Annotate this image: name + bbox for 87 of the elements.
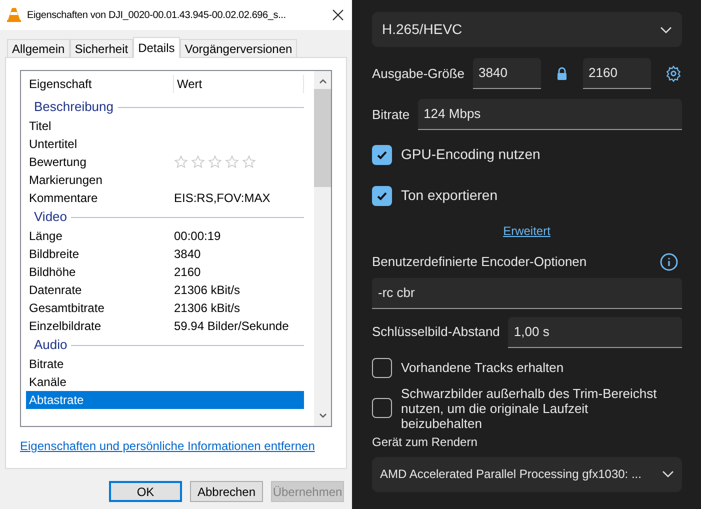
advanced-link[interactable]: Erweitert: [503, 222, 550, 240]
property-value: 2160: [174, 264, 201, 281]
property-row[interactable]: Länge 00:00:19: [26, 227, 304, 245]
property-name: Kanäle: [28, 374, 68, 391]
property-name: Länge: [28, 228, 64, 245]
scrollbar-thumb[interactable]: [314, 89, 331, 187]
scroll-up-icon: [318, 79, 326, 84]
property-name: Titel: [28, 118, 52, 135]
property-value: 00:00:19: [174, 228, 221, 245]
star-icon: [242, 155, 256, 169]
window-title: Eigenschaften von DJI_0020-00.01.43.945-00.02.02.696_s...: [27, 8, 286, 22]
traffic-cone-icon: [6, 7, 22, 23]
encoder-options-field[interactable]: -rc cbr: [372, 278, 682, 308]
property-name: Bitrate: [28, 356, 65, 373]
close-icon: [332, 9, 344, 21]
property-row[interactable]: Markierungen: [26, 171, 304, 189]
checkbox[interactable]: [372, 186, 392, 206]
property-name: Bewertung: [28, 154, 88, 171]
star-icon: [225, 155, 239, 169]
property-value: 21306 kBit/s: [174, 282, 240, 299]
property-row[interactable]: Bildbreite 3840: [26, 245, 304, 263]
property-name: Gesamtbitrate: [28, 300, 106, 317]
keyframe-interval-field[interactable]: 1,00 s: [508, 316, 682, 348]
field-label: Bitrate: [372, 106, 410, 124]
property-name: Untertitel: [28, 136, 78, 153]
star-icon: [191, 155, 205, 169]
property-value: EIS:RS,FOV:MAX: [174, 190, 270, 207]
height-field[interactable]: 2160: [582, 58, 650, 89]
chevron-down-icon: [662, 470, 674, 478]
property-row[interactable]: Kommentare EIS:RS,FOV:MAX: [26, 189, 304, 207]
remove-properties-link[interactable]: Eigenschaften und persönliche Informationen entfernen: [20, 437, 332, 455]
lock-icon: [556, 67, 566, 80]
property-row[interactable]: Kanäle: [26, 373, 304, 391]
checkbox[interactable]: [372, 358, 392, 378]
group-header: Video: [34, 208, 68, 226]
tab[interactable]: Details: [133, 37, 180, 58]
scroll-down-icon: [318, 413, 326, 418]
info-icon[interactable]: [660, 252, 678, 271]
checkbox-label: Vorhandene Tracks erhalten: [401, 360, 565, 375]
property-row[interactable]: Bitrate: [26, 355, 304, 373]
chevron-down-icon: [660, 26, 672, 34]
property-value: 59.94 Bilder/Sekunde: [174, 318, 289, 335]
scrollbar[interactable]: [314, 71, 331, 426]
field-label: Benutzerdefinierte Encoder-Optionen: [372, 253, 587, 271]
render-device-dropdown[interactable]: AMD Accelerated Parallel Processing gfx1030: ...: [372, 456, 682, 492]
tab[interactable]: Vorgängerversionen: [180, 39, 298, 57]
field-label: Gerät zum Rendern: [372, 434, 478, 450]
property-name: Kommentare: [28, 190, 99, 207]
property-row[interactable]: Bildhöhe 2160: [26, 263, 304, 281]
check-icon: [376, 190, 388, 202]
property-name: Abtastrate: [28, 392, 85, 409]
check-icon: [376, 148, 388, 160]
group-header: Beschreibung: [34, 98, 114, 116]
property-row[interactable]: Abtastrate: [26, 391, 304, 409]
property-name: Einzelbildrate: [28, 318, 102, 335]
column-header[interactable]: Wert: [174, 75, 304, 93]
star-icon: [174, 155, 188, 169]
width-field[interactable]: 3840: [472, 58, 540, 89]
property-row[interactable]: Einzelbildrate 59.94 Bilder/Sekunde: [26, 317, 304, 335]
property-row[interactable]: Datenrate 21306 kBit/s: [26, 281, 304, 299]
property-value: 3840: [174, 246, 201, 263]
codec-dropdown[interactable]: H.265/HEVC: [372, 12, 682, 47]
property-name: Bildbreite: [28, 246, 80, 263]
tab[interactable]: Sicherheit: [70, 39, 134, 57]
property-row[interactable]: Untertitel: [26, 135, 304, 153]
checkbox-label: GPU-Encoding nutzen: [401, 145, 540, 164]
property-row[interactable]: Titel: [26, 117, 304, 135]
property-row[interactable]: Bewertung: [26, 153, 304, 171]
field-label: Ausgabe-Größe: [372, 64, 464, 83]
checkbox[interactable]: [372, 144, 392, 164]
checkbox[interactable]: [372, 398, 392, 418]
settings-icon[interactable]: [664, 65, 682, 82]
group-header: Audio: [34, 336, 68, 354]
checkbox-label: Ton exportieren: [401, 186, 498, 205]
dialog-button[interactable]: OK: [109, 481, 182, 502]
property-row[interactable]: Gesamtbitrate 21306 kBit/s: [26, 299, 304, 317]
bitrate-field[interactable]: 124 Mbps: [418, 99, 682, 130]
field-label: Schlüsselbild-Abstand: [372, 323, 500, 342]
property-value: 21306 kBit/s: [174, 300, 240, 317]
tab[interactable]: Allgemein: [7, 39, 70, 57]
checkbox-label: Schwarzbilder außerhalb des Trim-Bereichst nutzen, um die originale Laufzeit beizubehalten: [401, 386, 658, 430]
column-header[interactable]: Eigenschaft: [26, 75, 174, 93]
property-name: Bildhöhe: [28, 264, 77, 281]
property-name: Markierungen: [28, 172, 104, 189]
property-name: Datenrate: [28, 282, 83, 299]
dialog-button[interactable]: Abbrechen: [190, 481, 263, 502]
star-icon: [208, 155, 222, 169]
